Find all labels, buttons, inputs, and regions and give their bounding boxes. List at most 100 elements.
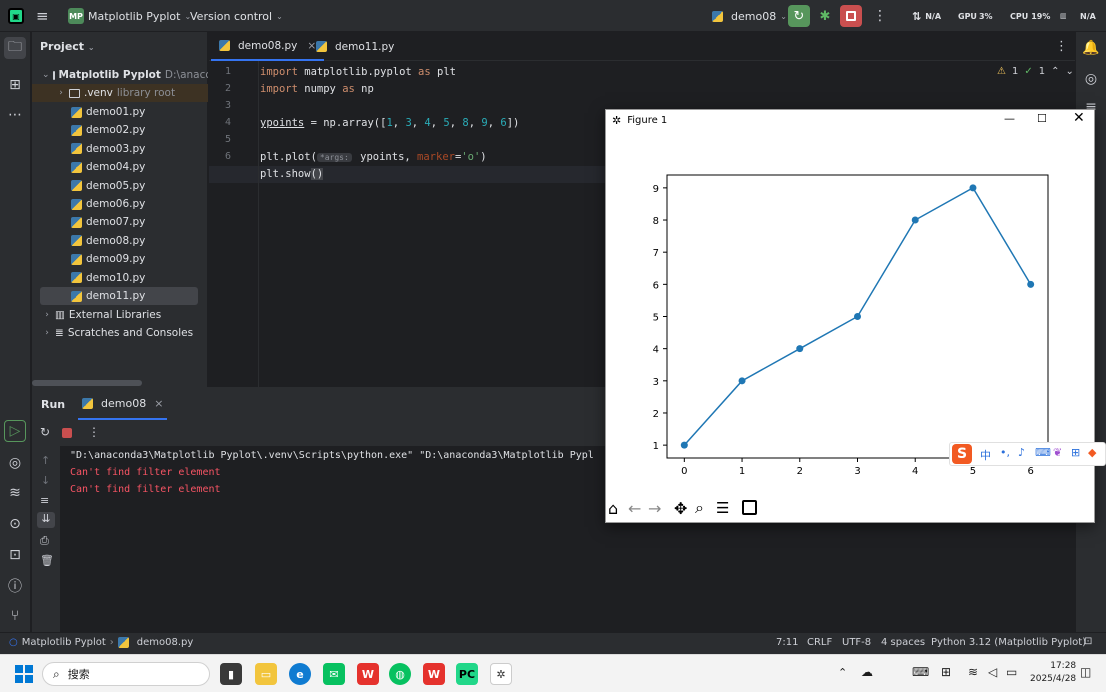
code-line[interactable]: plt.show() bbox=[260, 168, 324, 180]
wechat-icon[interactable]: ◍ bbox=[389, 663, 411, 685]
code-line[interactable]: import matplotlib.pyplot as plt bbox=[260, 66, 456, 78]
toolbox-icon[interactable]: ⊞ bbox=[1071, 446, 1080, 459]
keyboard-icon[interactable]: ⌨ bbox=[1035, 446, 1051, 459]
problems-icon[interactable]: ⓘ bbox=[4, 575, 26, 597]
save-icon[interactable] bbox=[742, 500, 757, 515]
run-tool-icon[interactable]: ▷ bbox=[4, 420, 26, 442]
print-icon[interactable]: ⎙ bbox=[40, 534, 49, 548]
debug-button[interactable]: ✱ bbox=[814, 5, 836, 27]
tree-file[interactable]: demo03.py bbox=[32, 140, 208, 158]
back-icon[interactable]: ← bbox=[628, 499, 641, 518]
app-logo-icon[interactable]: ▣ bbox=[8, 0, 24, 32]
volume-icon[interactable]: ◁ bbox=[988, 665, 997, 679]
forward-icon[interactable]: → bbox=[648, 499, 661, 518]
more-icon[interactable]: ⋮ bbox=[88, 425, 100, 439]
project-switcher[interactable]: MP Matplotlib Pyplot ⌄ bbox=[68, 0, 191, 32]
ime-more-icon[interactable]: ◆ bbox=[1088, 446, 1096, 459]
close-icon[interactable]: ✕ bbox=[1073, 110, 1085, 126]
punctuation-icon[interactable]: •, bbox=[1000, 446, 1010, 459]
project-panel-title[interactable]: Project ⌄ bbox=[40, 40, 95, 53]
matplotlib-figure-icon[interactable]: ✲ bbox=[490, 663, 512, 685]
ai-assistant-icon[interactable]: ◎ bbox=[1080, 68, 1102, 90]
folder-icon[interactable]: 🗀 bbox=[4, 37, 26, 59]
battery-icon[interactable]: ▭ bbox=[1006, 665, 1017, 679]
code-line[interactable]: plt.plot(*args: ypoints, marker='o') bbox=[260, 151, 487, 163]
arrow-down-icon[interactable]: ↓ bbox=[41, 474, 50, 487]
python-console-icon[interactable]: ◎ bbox=[4, 452, 26, 474]
close-icon[interactable]: × bbox=[154, 397, 163, 410]
home-icon[interactable]: ⌂ bbox=[608, 499, 618, 518]
minimize-icon[interactable]: — bbox=[1004, 112, 1015, 125]
microphone-icon[interactable]: ♪ bbox=[1018, 446, 1025, 459]
tree-scratches[interactable]: › ≣ Scratches and Consoles bbox=[32, 324, 208, 342]
rerun-button[interactable]: ↻ bbox=[788, 5, 810, 27]
arrow-up-icon[interactable]: ↑ bbox=[41, 454, 50, 467]
services-icon[interactable]: ⊙ bbox=[4, 513, 26, 535]
indent-setting[interactable]: 4 spaces bbox=[881, 637, 925, 648]
trash-icon[interactable]: 🗑 bbox=[40, 554, 54, 567]
language-icon[interactable]: ⊞ bbox=[941, 665, 951, 679]
task-view-icon[interactable]: ▮ bbox=[220, 663, 242, 685]
wps-icon[interactable]: W bbox=[357, 663, 379, 685]
tab-demo11[interactable]: demo11.py bbox=[308, 32, 402, 61]
tab-menu-icon[interactable]: ⋮ bbox=[1055, 39, 1068, 54]
tree-root[interactable]: ⌄ Matplotlib Pyplot D:\anaconda bbox=[32, 66, 208, 84]
tree-external-libraries[interactable]: › ▥ External Libraries bbox=[32, 306, 208, 324]
tree-file[interactable]: demo08.py bbox=[32, 232, 208, 250]
notification-center-icon[interactable]: ◫ bbox=[1080, 665, 1091, 679]
taskbar-search[interactable]: ⌕ 搜索 bbox=[42, 662, 210, 686]
chevron-up-icon[interactable]: ⌃ bbox=[1051, 66, 1059, 77]
run-config-select[interactable]: demo08 ⌄ bbox=[712, 0, 787, 32]
sogou-icon[interactable]: S bbox=[952, 444, 972, 464]
layers-icon[interactable]: ≋ bbox=[4, 482, 26, 504]
tree-file[interactable]: demo01.py bbox=[32, 103, 208, 121]
inspection-widget[interactable]: ⚠ 1 ✓ 1 ⌃ ⌄ bbox=[997, 66, 1074, 77]
more-tools-icon[interactable]: ⋯ bbox=[4, 104, 26, 126]
file-encoding[interactable]: UTF-8 bbox=[842, 637, 871, 648]
more-actions-icon[interactable]: ⋮ bbox=[873, 0, 887, 32]
stop-icon[interactable] bbox=[62, 428, 72, 438]
horizontal-scrollbar[interactable] bbox=[32, 380, 142, 386]
zoom-icon[interactable]: ⌕ bbox=[695, 498, 704, 518]
scroll-to-end-icon[interactable]: ⇊ bbox=[37, 512, 55, 528]
tree-file[interactable]: demo10.py bbox=[32, 269, 208, 287]
tree-venv[interactable]: › .venv library root bbox=[32, 84, 208, 102]
maximize-icon[interactable]: ☐ bbox=[1037, 112, 1047, 125]
caret-position[interactable]: 7:11 bbox=[776, 637, 798, 648]
stop-button[interactable] bbox=[840, 5, 862, 27]
tree-file[interactable]: demo07.py bbox=[32, 213, 208, 231]
code-line[interactable]: import numpy as np bbox=[260, 83, 374, 95]
run-tab[interactable]: demo08 × bbox=[78, 388, 168, 420]
wechat-work-icon[interactable]: ✉ bbox=[323, 663, 345, 685]
tree-file[interactable]: demo11.py bbox=[40, 287, 198, 305]
rerun-icon[interactable]: ↻ bbox=[40, 425, 50, 439]
structure-icon[interactable]: ⊞ bbox=[4, 74, 26, 96]
file-explorer-icon[interactable]: ▭ bbox=[255, 663, 277, 685]
tree-file[interactable]: demo09.py bbox=[32, 250, 208, 268]
chevron-down-icon[interactable]: ⌄ bbox=[1066, 66, 1074, 77]
line-separator[interactable]: CRLF bbox=[807, 637, 832, 648]
pycharm-icon[interactable]: PC bbox=[456, 663, 478, 685]
tree-file[interactable]: demo06.py bbox=[32, 195, 208, 213]
ime-mode[interactable]: 中 bbox=[980, 447, 991, 463]
cloud-icon[interactable]: ☁ bbox=[861, 665, 873, 679]
terminal-icon[interactable]: ⊡ bbox=[4, 544, 26, 566]
input-method-icon[interactable]: ⌨ bbox=[912, 665, 929, 679]
wps-office-icon[interactable]: W bbox=[423, 663, 445, 685]
edge-icon[interactable]: e bbox=[289, 663, 311, 685]
chevron-up-icon[interactable]: ⌃ bbox=[838, 666, 847, 679]
skin-icon[interactable]: ❦ bbox=[1053, 446, 1062, 459]
git-icon[interactable]: ⑂ bbox=[4, 605, 26, 627]
lock-icon[interactable]: ⊡ bbox=[1084, 636, 1092, 647]
wifi-icon[interactable]: ≋ bbox=[968, 665, 978, 679]
start-icon[interactable] bbox=[15, 665, 33, 683]
notifications-icon[interactable]: 🔔 bbox=[1080, 37, 1102, 59]
pan-icon[interactable]: ✥ bbox=[674, 499, 687, 518]
code-line[interactable]: ypoints = np.array([1, 3, 4, 5, 8, 9, 6]… bbox=[260, 117, 519, 129]
soft-wrap-icon[interactable]: ≡ bbox=[40, 494, 49, 507]
interpreter[interactable]: Python 3.12 (Matplotlib Pyplot) bbox=[931, 637, 1086, 648]
configure-subplots-icon[interactable]: ☰ bbox=[716, 499, 729, 517]
taskbar-clock[interactable]: 17:28 2025/4/28 bbox=[1030, 660, 1076, 686]
tree-file[interactable]: demo02.py bbox=[32, 121, 208, 139]
main-menu-icon[interactable]: ≡ bbox=[36, 0, 49, 32]
